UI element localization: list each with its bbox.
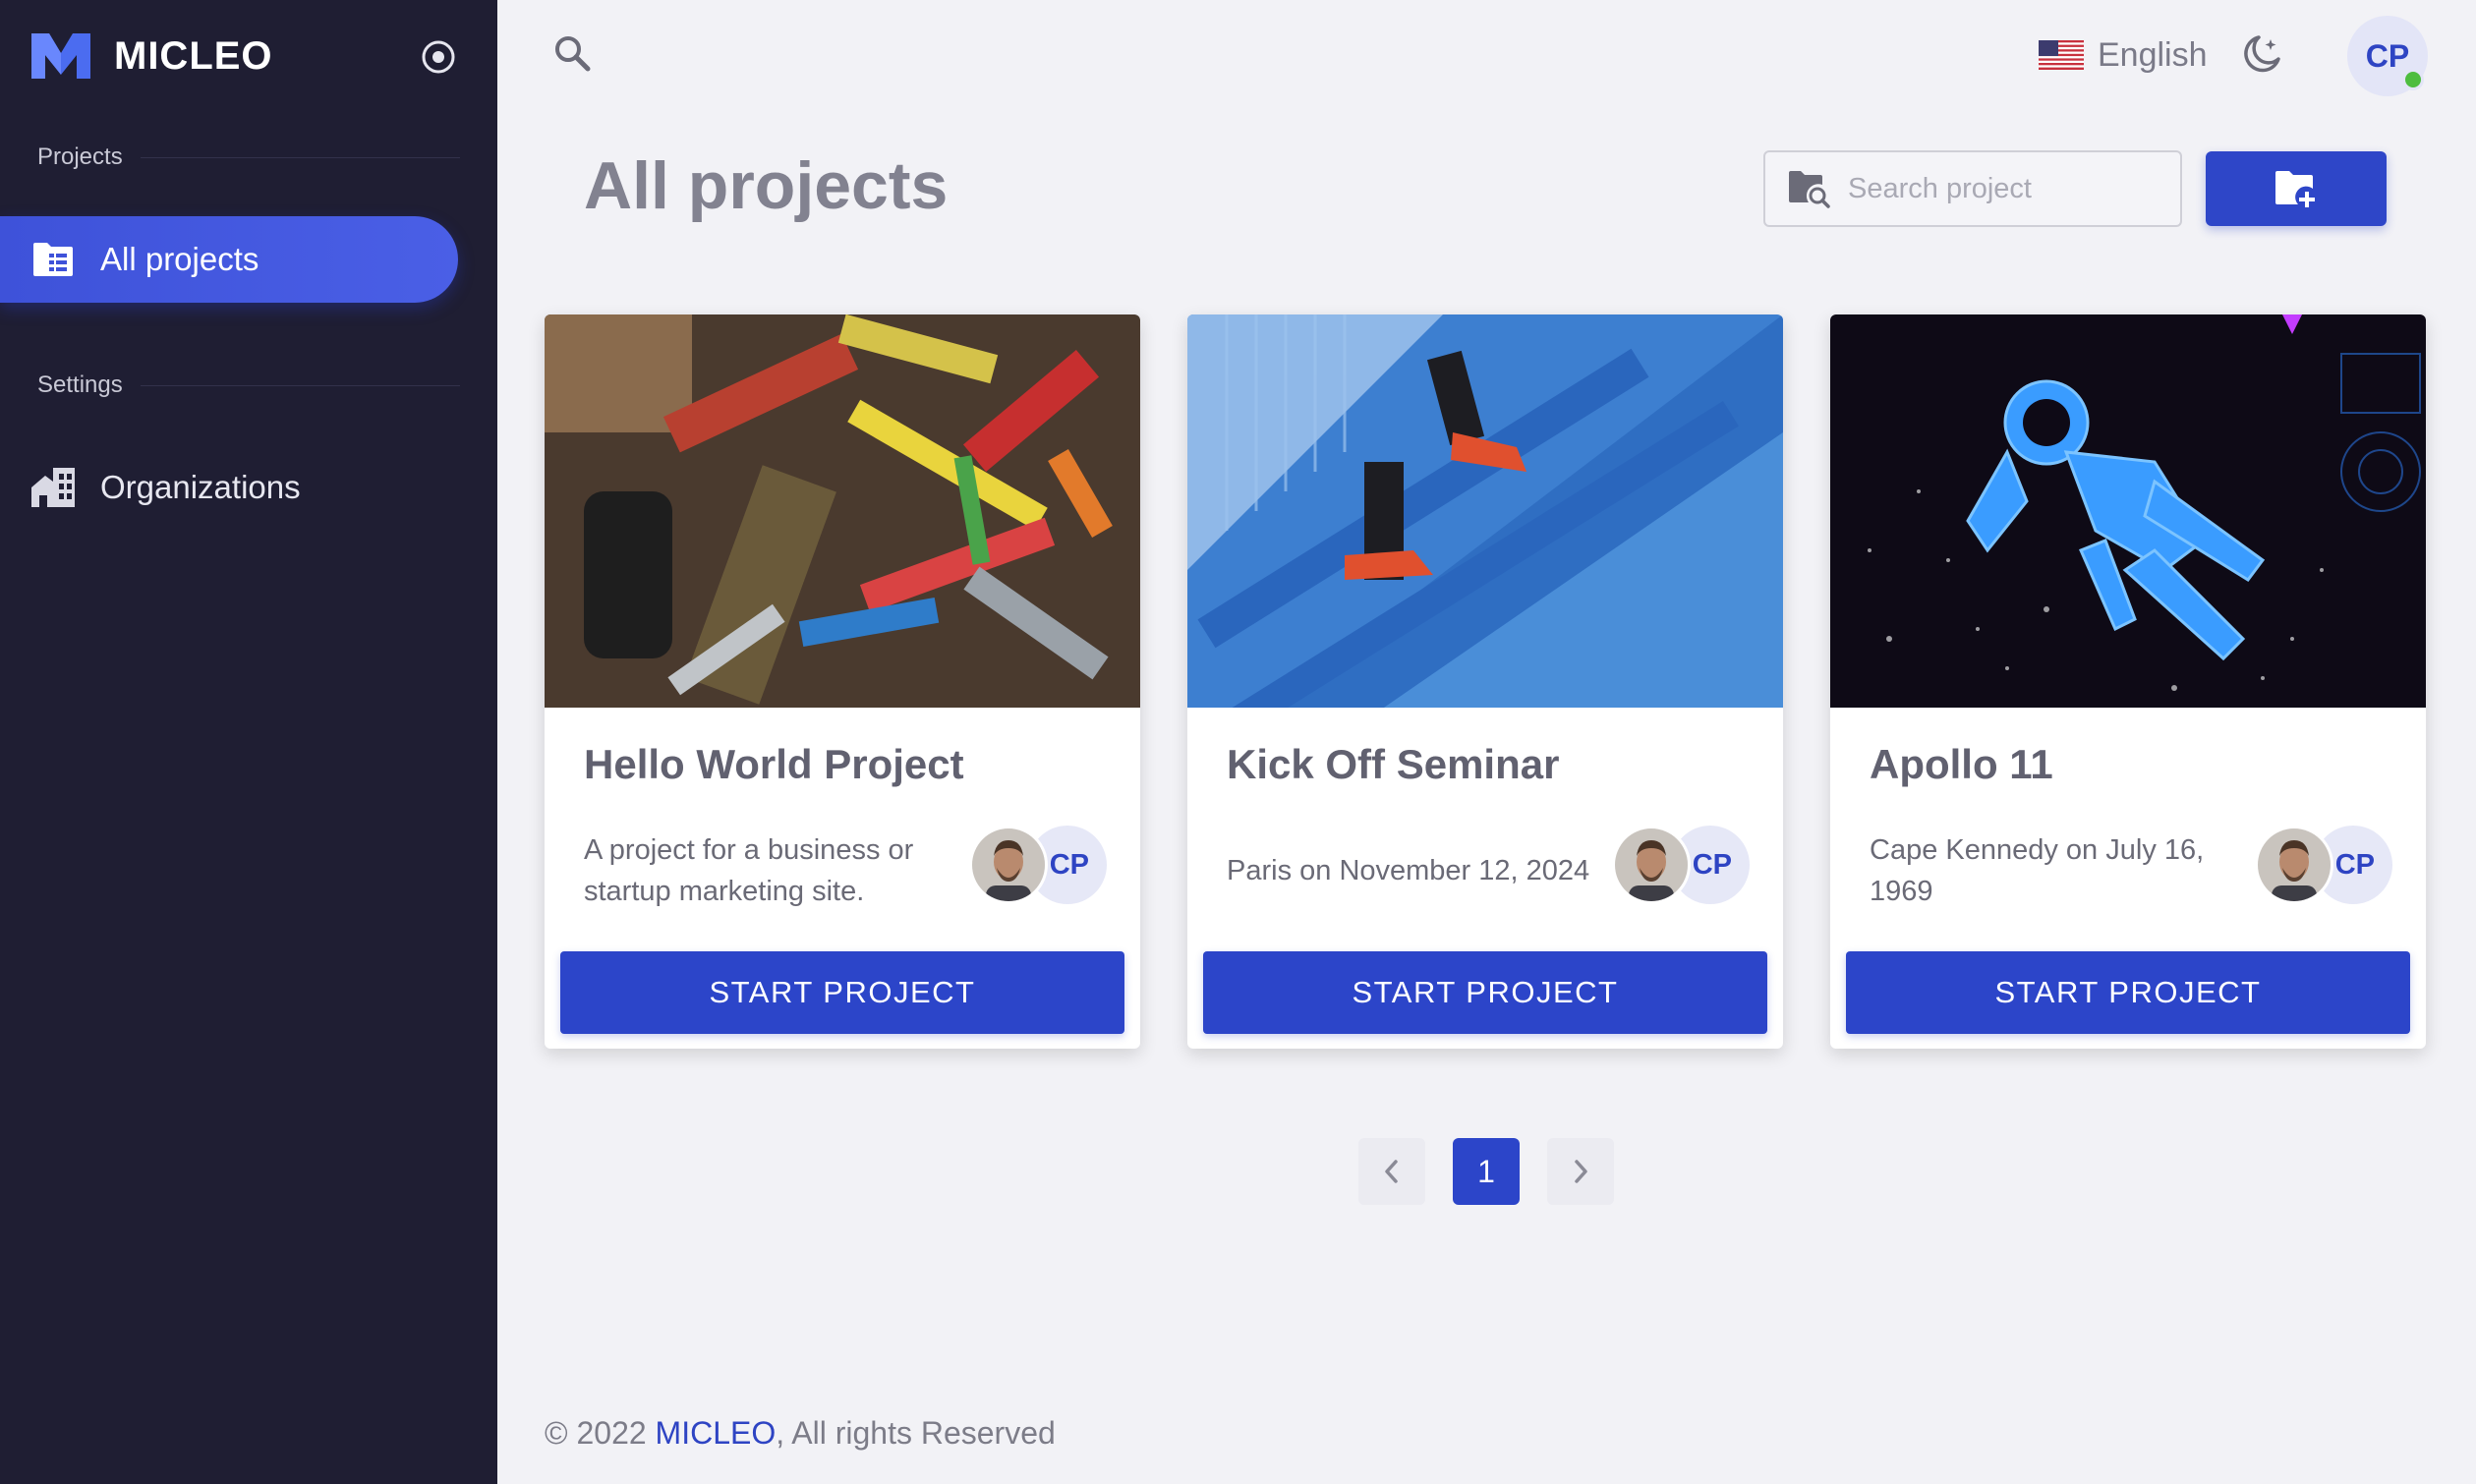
next-page-button[interactable]: [1547, 1138, 1614, 1205]
search-icon[interactable]: [550, 31, 594, 75]
project-image-stairs: [1187, 314, 1783, 708]
section-label-settings: Settings: [37, 371, 460, 399]
member-avatar-photo: [969, 826, 1048, 904]
member-avatar-photo: [2255, 826, 2333, 904]
project-search[interactable]: [1763, 150, 2182, 227]
folder-plus-icon: [2275, 171, 2315, 207]
start-project-button[interactable]: START PROJECT: [1846, 951, 2410, 1034]
moon-stars-icon[interactable]: [2237, 31, 2284, 79]
start-project-button[interactable]: START PROJECT: [560, 951, 1124, 1034]
footer: © 2022 MICLEO, All rights Reserved: [545, 1415, 1056, 1452]
pagination: 1: [1358, 1138, 1614, 1205]
project-card: Apollo 11 Cape Kennedy on July 16, 1969 …: [1830, 314, 2426, 1049]
app: MICLEO Projects All projects Settings Or…: [0, 0, 2476, 1484]
new-project-button[interactable]: [2206, 151, 2387, 226]
page-button-current[interactable]: 1: [1453, 1138, 1520, 1205]
online-status-indicator: [2402, 69, 2424, 90]
project-title: Apollo 11: [1870, 741, 2053, 787]
sidebar-item-label: Organizations: [100, 469, 301, 505]
search-input[interactable]: [1848, 172, 2162, 205]
start-project-button[interactable]: START PROJECT: [1203, 951, 1767, 1034]
project-members: CP: [1612, 826, 1750, 904]
project-card: Kick Off Seminar Paris on November 12, 2…: [1187, 314, 1783, 1049]
page-title: All projects: [584, 148, 949, 223]
footer-copyright: © 2022: [545, 1415, 656, 1451]
project-members: CP: [2255, 826, 2392, 904]
buildings-icon: [29, 464, 77, 511]
project-description: Cape Kennedy on July 16, 1969: [1870, 834, 2205, 907]
chevron-left-icon: [1385, 1160, 1398, 1183]
member-avatar-photo: [1612, 826, 1691, 904]
us-flag-icon: [2039, 40, 2084, 70]
project-members: CP: [969, 826, 1107, 904]
radio-circle-icon[interactable]: [417, 35, 460, 79]
folder-list-icon: [29, 236, 77, 283]
sidebar-item-organizations[interactable]: Organizations: [0, 444, 458, 531]
footer-brand-link[interactable]: MICLEO: [656, 1415, 777, 1451]
language-label: English: [2098, 35, 2208, 74]
project-image-tools: [545, 314, 1140, 708]
brand[interactable]: MICLEO: [29, 28, 273, 85]
sidebar-item-all-projects[interactable]: All projects: [0, 216, 458, 303]
project-description: A project for a business or startup mark…: [584, 834, 914, 907]
footer-rights: , All rights Reserved: [776, 1415, 1056, 1451]
chevron-right-icon: [1575, 1160, 1587, 1183]
project-card: Hello World Project A project for a busi…: [545, 314, 1140, 1049]
brand-name: MICLEO: [114, 33, 273, 78]
micleo-logo-icon: [31, 33, 90, 79]
sidebar-item-label: All projects: [100, 241, 259, 277]
previous-page-button[interactable]: [1358, 1138, 1425, 1205]
project-image-astronaut: [1830, 314, 2426, 708]
project-title: Hello World Project: [584, 741, 964, 787]
project-description: Paris on November 12, 2024: [1227, 855, 1590, 886]
section-label-projects: Projects: [37, 143, 460, 171]
language-selector[interactable]: English: [2039, 29, 2208, 81]
folder-search-icon: [1789, 171, 1830, 208]
project-title: Kick Off Seminar: [1227, 741, 1560, 787]
sidebar: MICLEO Projects All projects Settings Or…: [0, 0, 497, 1484]
